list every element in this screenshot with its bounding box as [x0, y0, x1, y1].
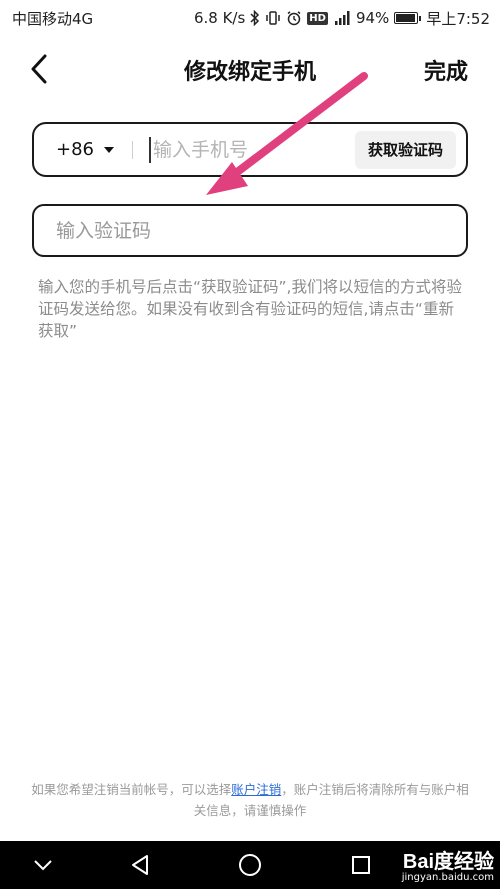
watermark-url: jingyan.baidu.com: [401, 872, 494, 883]
vibrate-icon: [265, 10, 281, 26]
verification-code-input[interactable]: [56, 219, 466, 242]
signal-icon: [333, 10, 351, 26]
country-code-selector[interactable]: +86: [56, 139, 132, 160]
dropdown-arrow-icon: [104, 146, 114, 153]
alarm-icon: [286, 10, 302, 26]
bluetooth-icon: [250, 10, 260, 26]
nav-collapse-button[interactable]: [18, 841, 68, 889]
done-button[interactable]: 完成: [424, 54, 468, 86]
phone-number-input[interactable]: [153, 138, 355, 161]
baidu-jingyan-watermark: Bai度经验 jingyan.baidu.com: [402, 845, 494, 883]
status-bar: 中国移动4G 6.8 K/s HD 94% 早上7:52: [0, 0, 500, 36]
battery-icon: [394, 12, 422, 24]
get-code-button[interactable]: 获取验证码: [354, 130, 456, 169]
network-speed: 6.8 K/s: [193, 9, 246, 27]
carrier-label: 中国移动4G: [12, 9, 94, 28]
status-right: 6.8 K/s HD 94% 早上7:52: [194, 8, 490, 29]
nav-home-button[interactable]: [225, 841, 275, 889]
country-code-divider: [132, 140, 133, 159]
account-cancel-note: 如果您希望注销当前帐号，可以选择账户注销，账户注销后将清除所有与账户相关信息，请…: [30, 779, 470, 821]
footer-text-before: 如果您希望注销当前帐号，可以选择: [31, 782, 232, 797]
status-left: 中国移动4G: [12, 8, 93, 29]
country-code-label: +86: [56, 139, 94, 160]
clock: 早上7:52: [426, 9, 490, 28]
home-circle-icon: [239, 854, 261, 876]
account-cancel-link[interactable]: 账户注销: [231, 782, 281, 797]
system-nav-bar: Bai度经验 jingyan.baidu.com: [0, 841, 500, 889]
nav-recents-button[interactable]: [336, 841, 386, 889]
hint-text: 输入您的手机号后点击“获取验证码”,我们将以短信的方式将验证码发送给您。如果没有…: [38, 278, 462, 340]
hd-icon: HD: [307, 11, 328, 25]
back-button[interactable]: [24, 52, 54, 86]
nav-back-button[interactable]: [115, 841, 165, 889]
code-input-box: [32, 204, 468, 257]
recents-square-icon: [352, 856, 370, 874]
chevron-left-icon: [31, 54, 47, 84]
battery-percent: 94%: [355, 9, 390, 27]
watermark-logo: Bai度经验: [402, 851, 494, 873]
header: 修改绑定手机 完成: [0, 44, 500, 94]
collapse-chevron-icon: [34, 860, 52, 871]
text-cursor: [149, 136, 151, 163]
battery-fill: [396, 14, 416, 22]
phone-input-box: +86 获取验证码: [32, 122, 468, 177]
back-triangle-icon: [132, 855, 148, 875]
